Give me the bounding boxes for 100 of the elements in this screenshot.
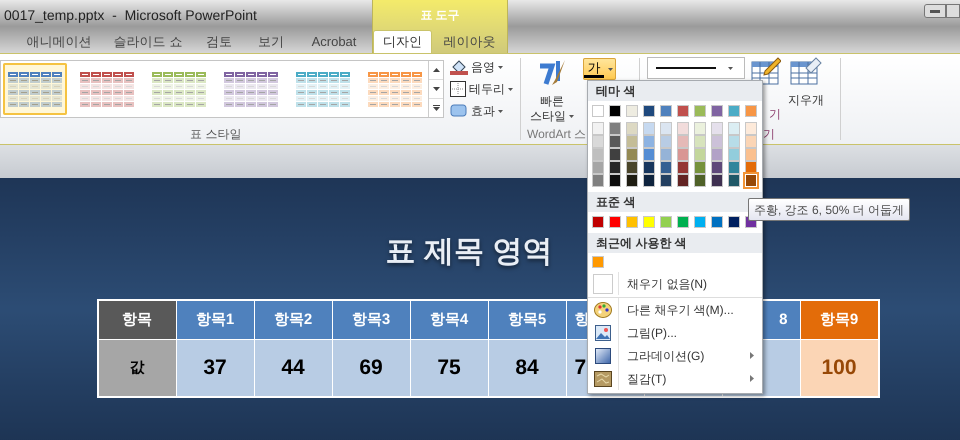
- table-cell: 항목9: [800, 301, 878, 339]
- color-swatch[interactable]: [592, 105, 604, 117]
- color-swatch[interactable]: [626, 148, 638, 161]
- color-swatch[interactable]: [711, 148, 723, 161]
- submenu-arrow-icon: [750, 375, 754, 382]
- group-label: 기: [763, 126, 775, 143]
- color-swatch[interactable]: [711, 216, 723, 228]
- ribbon-tab[interactable]: 디자인: [373, 30, 432, 53]
- eraser-button[interactable]: 지우개: [785, 57, 827, 124]
- minimize-button[interactable]: [924, 4, 946, 18]
- brush-icon: [537, 58, 567, 88]
- color-swatch[interactable]: [728, 216, 740, 228]
- color-swatch[interactable]: [592, 174, 604, 187]
- color-swatch[interactable]: [626, 135, 638, 148]
- table-cell: 69: [332, 340, 410, 396]
- line-style-dropdown[interactable]: [647, 57, 745, 79]
- ribbon-tab[interactable]: Acrobat: [296, 30, 372, 53]
- color-swatch[interactable]: [728, 161, 740, 174]
- style-option-button[interactable]: 음영: [450, 58, 520, 76]
- color-swatch[interactable]: [609, 105, 621, 117]
- color-swatch[interactable]: [711, 105, 723, 117]
- color-swatch[interactable]: [660, 148, 672, 161]
- color-swatch[interactable]: [694, 148, 706, 161]
- color-swatch[interactable]: [677, 122, 689, 135]
- ribbon-tab[interactable]: 보기: [246, 30, 296, 53]
- table-cell: 100: [800, 340, 878, 396]
- color-swatch[interactable]: [643, 174, 655, 187]
- table-cell: 44: [254, 340, 332, 396]
- color-swatch[interactable]: [609, 122, 621, 135]
- style-option-button[interactable]: 테두리: [450, 80, 520, 98]
- maximize-button[interactable]: [946, 4, 960, 18]
- color-swatch[interactable]: [677, 135, 689, 148]
- texture-square-icon: [594, 370, 612, 386]
- color-swatch[interactable]: [694, 105, 706, 117]
- color-swatch[interactable]: [694, 122, 706, 135]
- style-option-button[interactable]: 효과: [450, 102, 520, 120]
- color-swatch[interactable]: [677, 174, 689, 187]
- color-swatch[interactable]: [592, 135, 604, 148]
- ribbon-tab[interactable]: 레이아웃: [432, 30, 507, 53]
- down-arrow-icon: [432, 87, 440, 91]
- color-swatch[interactable]: [643, 161, 655, 174]
- color-swatch[interactable]: [677, 148, 689, 161]
- color-swatch[interactable]: [728, 174, 740, 187]
- ribbon-tab[interactable]: 애니메이션: [14, 30, 104, 53]
- color-swatch[interactable]: [728, 135, 740, 148]
- color-swatch[interactable]: [677, 216, 689, 228]
- font-color-button[interactable]: 가: [583, 58, 616, 80]
- ribbon-tab[interactable]: 슬라이드 쇼: [104, 30, 192, 53]
- color-swatch[interactable]: [660, 135, 672, 148]
- color-swatch[interactable]: [745, 122, 757, 135]
- ribbon-tab[interactable]: 검토: [192, 30, 246, 53]
- color-swatch[interactable]: [660, 161, 672, 174]
- color-swatch[interactable]: [711, 122, 723, 135]
- color-swatch[interactable]: [694, 174, 706, 187]
- slide-title: 표 제목 영역: [386, 234, 552, 270]
- color-swatch[interactable]: [643, 148, 655, 161]
- color-swatch[interactable]: [660, 216, 672, 228]
- color-swatch[interactable]: [677, 105, 689, 117]
- color-swatch[interactable]: [711, 174, 723, 187]
- color-swatch[interactable]: [643, 135, 655, 148]
- color-swatch[interactable]: [660, 105, 672, 117]
- gradient-square-icon: [595, 348, 611, 364]
- color-swatch[interactable]: [677, 161, 689, 174]
- menu-item[interactable]: 다른 채우기 색(M)...: [588, 298, 762, 321]
- color-swatch[interactable]: [745, 105, 757, 117]
- quick-styles-button[interactable]: 빠른 스타일: [521, 58, 583, 124]
- color-swatch[interactable]: [626, 174, 638, 187]
- color-swatch[interactable]: [609, 148, 621, 161]
- color-swatch[interactable]: [592, 216, 604, 228]
- color-swatch[interactable]: [609, 216, 621, 228]
- color-swatch[interactable]: [626, 161, 638, 174]
- color-swatch[interactable]: [609, 174, 621, 187]
- color-swatch[interactable]: [592, 256, 604, 268]
- color-swatch[interactable]: [728, 122, 740, 135]
- color-swatch[interactable]: [711, 161, 723, 174]
- color-swatch[interactable]: [694, 135, 706, 148]
- color-swatch[interactable]: [643, 216, 655, 228]
- color-swatch[interactable]: [609, 135, 621, 148]
- color-swatch[interactable]: [745, 148, 757, 161]
- color-swatch[interactable]: [694, 161, 706, 174]
- color-swatch[interactable]: [609, 161, 621, 174]
- color-swatch[interactable]: [660, 122, 672, 135]
- color-swatch[interactable]: [745, 135, 757, 148]
- color-swatch[interactable]: [626, 105, 638, 117]
- color-swatch[interactable]: [728, 148, 740, 161]
- color-swatch[interactable]: [694, 216, 706, 228]
- color-swatch[interactable]: [711, 135, 723, 148]
- color-swatch[interactable]: [728, 105, 740, 117]
- color-swatch[interactable]: [660, 174, 672, 187]
- group-label: WordArt 스: [527, 126, 586, 143]
- color-swatch[interactable]: [626, 216, 638, 228]
- color-swatch[interactable]: [592, 148, 604, 161]
- table-style-thumbnail[interactable]: [3, 63, 67, 115]
- table-cell: 항목4: [410, 301, 488, 339]
- color-swatch[interactable]: [643, 122, 655, 135]
- color-swatch[interactable]: [643, 105, 655, 117]
- color-swatch[interactable]: [626, 122, 638, 135]
- color-swatch[interactable]: [592, 161, 604, 174]
- menu-item[interactable]: 채우기 없음(N): [588, 272, 762, 295]
- color-swatch[interactable]: [592, 122, 604, 135]
